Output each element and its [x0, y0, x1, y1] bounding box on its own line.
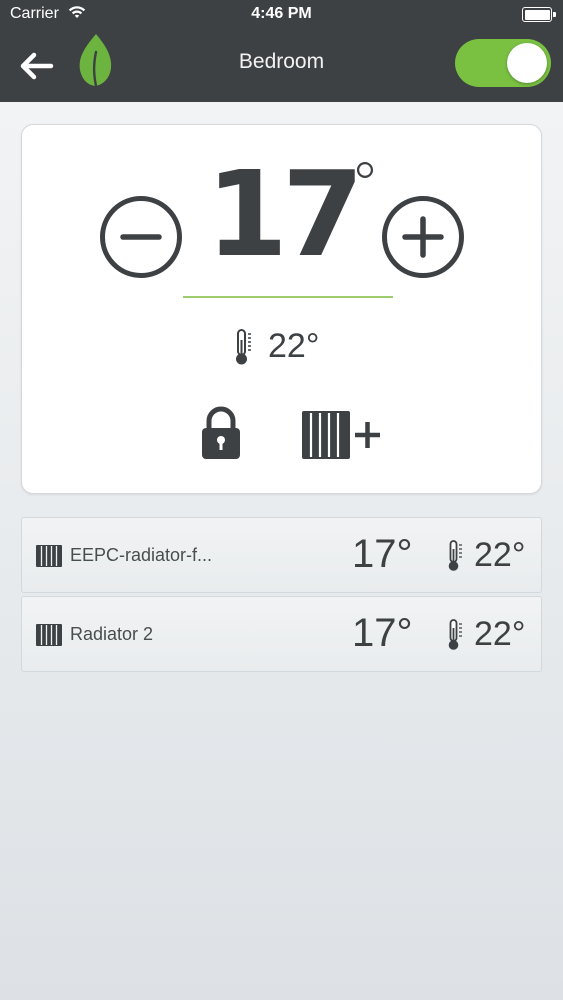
decrease-temperature-button[interactable]	[99, 195, 183, 279]
setpoint-unit: °	[350, 150, 380, 220]
app-header: Carrier 4:46 PM Bedroom	[0, 0, 563, 102]
device-name: EEPC-radiator-f...	[70, 545, 213, 565]
radiator-plus-icon	[302, 411, 380, 459]
minus-circle-icon	[100, 196, 182, 278]
thermometer-icon	[448, 540, 462, 571]
toggle-knob	[507, 43, 547, 83]
setpoint-underline	[183, 296, 393, 298]
lock-button[interactable]	[199, 405, 243, 461]
battery-icon	[522, 7, 556, 22]
device-current-temperature: 22°	[474, 536, 526, 574]
increase-temperature-button[interactable]	[381, 195, 465, 279]
plus-circle-icon	[382, 196, 464, 278]
device-row[interactable]: Radiator 2 17° 22°	[21, 596, 542, 672]
lock-icon	[202, 406, 240, 459]
current-temperature-row: 22°	[22, 325, 541, 369]
device-name: Radiator 2	[70, 624, 154, 644]
add-radiator-button[interactable]	[300, 409, 384, 461]
thermostat-card: 17 ° 22°	[21, 124, 542, 494]
radiator-icon	[36, 545, 62, 567]
thermometer-icon	[448, 619, 462, 650]
current-temperature: 22°	[268, 327, 320, 365]
heating-toggle[interactable]	[455, 39, 551, 87]
status-bar: Carrier 4:46 PM	[0, 0, 563, 30]
device-setpoint: 17°	[352, 611, 413, 655]
thermometer-icon	[236, 329, 251, 365]
device-current-temperature: 22°	[474, 615, 526, 653]
device-row[interactable]: EEPC-radiator-f... 17° 22°	[21, 517, 542, 593]
radiator-icon	[36, 624, 62, 646]
device-setpoint: 17°	[352, 532, 413, 576]
nav-bar: Bedroom	[0, 30, 563, 102]
status-time: 4:46 PM	[251, 5, 312, 22]
